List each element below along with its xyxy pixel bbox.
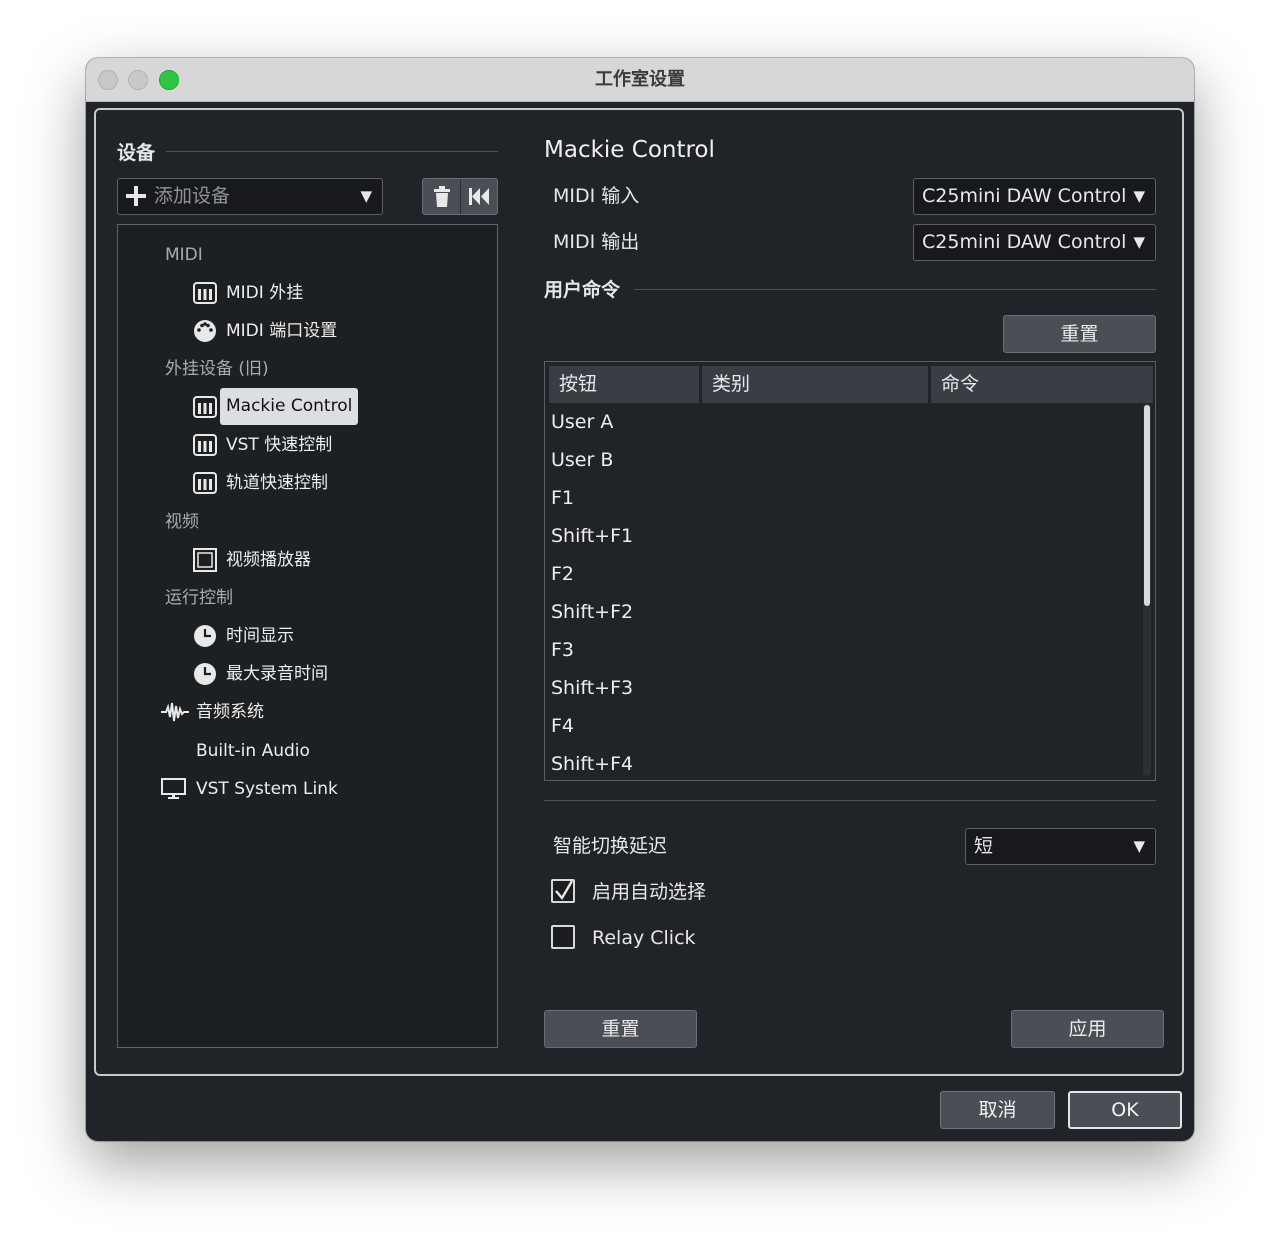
clock-icon: [194, 625, 216, 647]
table-row[interactable]: Shift+F2: [551, 600, 633, 624]
checkmark-icon: [555, 880, 574, 901]
film-icon: [193, 548, 217, 572]
user-commands-rule: [634, 289, 1156, 290]
table-row[interactable]: User B: [551, 448, 613, 472]
column-header-command[interactable]: 命令: [931, 366, 1153, 403]
add-device-placeholder: 添加设备: [154, 185, 231, 207]
ok-button[interactable]: OK: [1068, 1091, 1182, 1129]
waveform-icon: [161, 702, 189, 722]
midi-output-dropdown[interactable]: C25mini DAW Control ▼: [913, 224, 1156, 261]
table-row[interactable]: F4: [551, 714, 574, 738]
reset-device-button[interactable]: [461, 179, 497, 214]
tree-category-midi: MIDI: [165, 245, 203, 265]
device-action-group: [422, 178, 498, 215]
tree-category-video: 视频: [165, 512, 199, 532]
table-row[interactable]: Shift+F3: [551, 676, 633, 700]
smart-switch-delay-label: 智能切换延迟: [553, 835, 668, 857]
selected-item-label: Mackie Control: [220, 388, 359, 425]
studio-setup-window: 工作室设置 设备 添加设备 ▼ MIDI MIDI 外挂 MIDI 端口设置 外…: [86, 58, 1194, 1141]
table-row[interactable]: F2: [551, 562, 574, 586]
devices-heading-rule: [166, 151, 498, 152]
smart-switch-delay-value: 短: [974, 835, 994, 857]
midi-keyboard-icon: [193, 434, 217, 456]
user-commands-heading: 用户命令: [544, 279, 621, 301]
reset-settings-button[interactable]: 重置: [544, 1010, 697, 1048]
midi-keyboard-icon: [193, 396, 217, 418]
relay-click-label: Relay Click: [592, 927, 696, 949]
chevron-down-icon: ▼: [360, 187, 372, 205]
midi-input-label: MIDI 输入: [553, 185, 640, 207]
apply-button[interactable]: 应用: [1011, 1010, 1164, 1048]
midi-keyboard-icon: [193, 282, 217, 304]
table-row[interactable]: Shift+F1: [551, 524, 633, 548]
skip-back-icon: [469, 188, 489, 205]
window-title: 工作室设置: [595, 69, 685, 90]
table-row[interactable]: Shift+F4: [551, 752, 633, 776]
user-commands-table[interactable]: 按钮 类别 命令 User A User B F1 Shift+F1 F2 Sh…: [544, 361, 1156, 781]
title-bar[interactable]: 工作室设置: [86, 58, 1194, 102]
tree-category-transport: 运行控制: [165, 588, 233, 608]
monitor-icon: [161, 778, 186, 799]
reset-commands-button[interactable]: 重置: [1003, 315, 1156, 353]
column-header-button[interactable]: 按钮: [549, 366, 699, 403]
options-divider: [544, 800, 1156, 801]
add-device-dropdown[interactable]: 添加设备 ▼: [117, 178, 383, 215]
chevron-down-icon: ▼: [1133, 233, 1145, 251]
clock-icon: [194, 663, 216, 685]
table-row[interactable]: F1: [551, 486, 574, 510]
table-scrollbar[interactable]: [1143, 403, 1151, 776]
midi-input-dropdown[interactable]: C25mini DAW Control ▼: [913, 178, 1156, 215]
midi-keyboard-icon: [193, 472, 217, 494]
delete-device-button[interactable]: [423, 179, 460, 214]
midi-port-icon: [194, 320, 216, 342]
table-row[interactable]: User A: [551, 410, 613, 434]
enable-auto-select-checkbox[interactable]: [551, 879, 575, 903]
relay-click-checkbox[interactable]: [551, 925, 575, 949]
trash-icon: [434, 186, 450, 207]
chevron-down-icon: ▼: [1133, 837, 1145, 855]
plus-icon: [124, 184, 148, 213]
enable-auto-select-label: 启用自动选择: [592, 881, 707, 903]
smart-switch-delay-dropdown[interactable]: 短 ▼: [965, 828, 1156, 865]
devices-heading: 设备: [117, 142, 156, 164]
device-tree[interactable]: MIDI MIDI 外挂 MIDI 端口设置 外挂设备 (旧) Mackie C…: [117, 224, 498, 1048]
midi-output-label: MIDI 输出: [553, 231, 640, 253]
table-scrollbar-thumb[interactable]: [1144, 405, 1150, 606]
detail-title: Mackie Control: [544, 137, 715, 163]
chevron-down-icon: ▼: [1133, 187, 1145, 205]
cancel-button[interactable]: 取消: [940, 1091, 1055, 1129]
tree-category-external-legacy: 外挂设备 (旧): [165, 359, 269, 379]
midi-input-value: C25mini DAW Control: [922, 185, 1127, 207]
tree-item-builtin-audio[interactable]: Built-in Audio: [196, 739, 310, 763]
table-row[interactable]: F3: [551, 638, 574, 662]
column-header-category[interactable]: 类别: [702, 366, 928, 403]
midi-output-value: C25mini DAW Control: [922, 231, 1127, 253]
